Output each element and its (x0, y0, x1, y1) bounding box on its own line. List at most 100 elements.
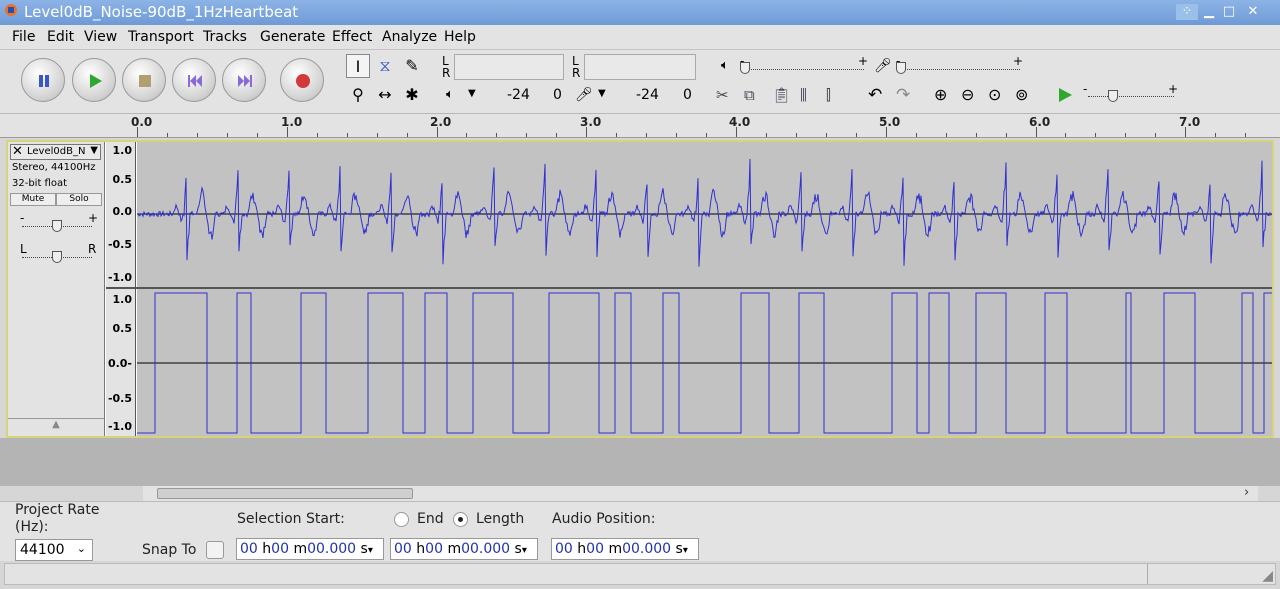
rec-meter-max: 0 (683, 87, 692, 103)
cut-icon[interactable]: ✂ (716, 86, 729, 104)
copy-icon[interactable]: ⧉ (744, 86, 755, 104)
envelope-tool[interactable]: ⧖ (373, 54, 397, 78)
fit-project-icon[interactable]: ⊚ (1015, 85, 1028, 104)
ruler-tick (1245, 133, 1247, 137)
silence-icon[interactable]: ⫿ (826, 86, 831, 104)
ruler-tick (286, 127, 288, 137)
ruler-tick (765, 133, 767, 137)
status-divider (1147, 564, 1148, 584)
fit-selection-icon[interactable]: ⊙ (988, 85, 1001, 104)
scrollbar-thumb[interactable] (157, 488, 413, 499)
scale-label: -1.0 (107, 271, 132, 284)
length-radio[interactable] (453, 512, 468, 527)
play-button[interactable] (72, 58, 116, 102)
empty-track-area[interactable] (0, 438, 1280, 486)
selection-length-field[interactable]: 00 h00 m00.000 s▾ (390, 538, 538, 560)
recording-meter[interactable] (584, 54, 696, 80)
ruler-tick (196, 133, 198, 137)
menu-generate[interactable]: Generate (260, 29, 325, 45)
horizontal-scrollbar[interactable] (143, 486, 1258, 501)
collapse-icon: ▲ (52, 419, 60, 430)
zoom-in-icon[interactable]: ⊕ (934, 85, 947, 104)
menu-bar: File Edit View Transport Tracks Generate… (0, 25, 1280, 50)
mute-button[interactable]: Mute (10, 193, 56, 206)
collapse-track-button[interactable]: ▲ (8, 418, 104, 436)
tc-minutes: 00 (425, 541, 443, 557)
gain-thumb[interactable] (52, 220, 62, 232)
solo-button[interactable]: Solo (56, 193, 102, 206)
draw-tool[interactable]: ✎ (400, 54, 424, 78)
ruler-tick (885, 127, 887, 137)
track-close-icon[interactable]: ✕ (12, 144, 23, 159)
pause-button[interactable] (21, 58, 65, 102)
menu-help[interactable]: Help (444, 29, 476, 45)
tc-minutes: 00 (586, 541, 604, 557)
selection-tool[interactable]: I (346, 54, 370, 78)
audio-position-field[interactable]: 00 h00 m00.000 s▾ (551, 538, 699, 560)
recording-meter-dropdown[interactable]: ▼ (598, 88, 606, 99)
menu-analyze[interactable]: Analyze (382, 29, 437, 45)
ruler-tick (1185, 127, 1187, 137)
menu-effect[interactable]: Effect (332, 29, 372, 45)
track-menu-arrow-icon[interactable]: ▼ (90, 145, 98, 156)
output-volume-thumb[interactable] (740, 62, 750, 74)
project-rate-label: Project Rate (Hz): (15, 502, 100, 535)
snap-to-checkbox[interactable] (206, 541, 224, 559)
skip-end-button[interactable] (222, 58, 266, 102)
skip-start-button[interactable] (172, 58, 216, 102)
input-volume-thumb[interactable] (896, 62, 906, 74)
undo-icon[interactable]: ↶ (868, 85, 882, 105)
menu-file[interactable]: File (12, 29, 35, 45)
ruler-tick (855, 133, 857, 137)
maximize-button[interactable]: □ (1220, 4, 1238, 20)
tc-seconds: 00.000 (622, 541, 672, 557)
paste-icon[interactable]: 📋︎ (772, 86, 791, 104)
zoom-tool[interactable]: ⚲ (346, 83, 370, 107)
pan-thumb[interactable] (52, 251, 62, 263)
tc-hours: 00 (240, 541, 258, 557)
rec-meter-right-label: R (572, 66, 581, 80)
play-meter-max: 0 (553, 87, 562, 103)
input-volume-slider[interactable] (898, 69, 1020, 70)
play-at-speed-icon[interactable] (1056, 86, 1074, 104)
minimize-button[interactable]: ▁ (1200, 4, 1218, 20)
close-button[interactable]: ✕ (1244, 4, 1262, 20)
waveform-left-channel[interactable] (136, 142, 1272, 287)
output-volume-slider[interactable] (744, 69, 864, 70)
multi-tool[interactable]: ✱ (400, 83, 424, 107)
tc-unit: s (675, 541, 683, 557)
ruler-label: 1.0 (281, 115, 303, 129)
scroll-right-icon[interactable]: › (1244, 485, 1249, 500)
playback-meter-dropdown[interactable]: ▼ (468, 88, 476, 99)
heartbeat-waveform (136, 158, 1272, 267)
track-name-menu[interactable]: ✕ Level0dB_N ▼ (10, 144, 101, 160)
zoom-out-icon[interactable]: ⊖ (961, 85, 974, 104)
menu-transport[interactable]: Transport (128, 29, 194, 45)
trim-icon[interactable]: ⫼ (800, 86, 807, 104)
project-rate-select[interactable]: 44100 ⌄ (15, 539, 93, 561)
play-speed-slider[interactable] (1088, 96, 1174, 97)
shade-icon[interactable]: ⁘ (1176, 4, 1198, 20)
selection-start-field[interactable]: 00 h00 m00.000 s▾ (236, 538, 384, 560)
menu-edit[interactable]: Edit (47, 29, 74, 45)
menu-tracks[interactable]: Tracks (203, 29, 247, 45)
record-button[interactable] (280, 58, 324, 102)
playback-meter[interactable] (454, 54, 564, 80)
timeshift-tool[interactable]: ↔ (373, 83, 397, 107)
waveform-right-channel[interactable] (137, 289, 1272, 436)
resize-grip-icon[interactable]: ◢ (1262, 568, 1273, 584)
tc-hours: 00 (394, 541, 412, 557)
timeline-ruler[interactable]: 0.0 1.0 2.0 3.0 4.0 5.0 6.0 7.0 (0, 114, 1280, 138)
menu-view[interactable]: View (84, 29, 117, 45)
track-panel: ✕ Level0dB_N ▼ Stereo, 44100Hz 32-bit fl… (6, 140, 1274, 438)
vertical-ruler-top: 1.0 0.5 0.0 -0.5 -1.0 (106, 142, 136, 287)
track-control-panel: ✕ Level0dB_N ▼ Stereo, 44100Hz 32-bit fl… (8, 142, 105, 436)
ruler-tick (256, 133, 258, 137)
tc-unit: m (608, 541, 623, 557)
end-radio[interactable] (394, 512, 409, 527)
stop-button[interactable] (122, 58, 166, 102)
output-volume-plus: + (858, 54, 869, 68)
redo-icon[interactable]: ↷ (896, 85, 910, 105)
play-speed-thumb[interactable] (1108, 90, 1118, 102)
tc-unit: h (262, 541, 272, 557)
